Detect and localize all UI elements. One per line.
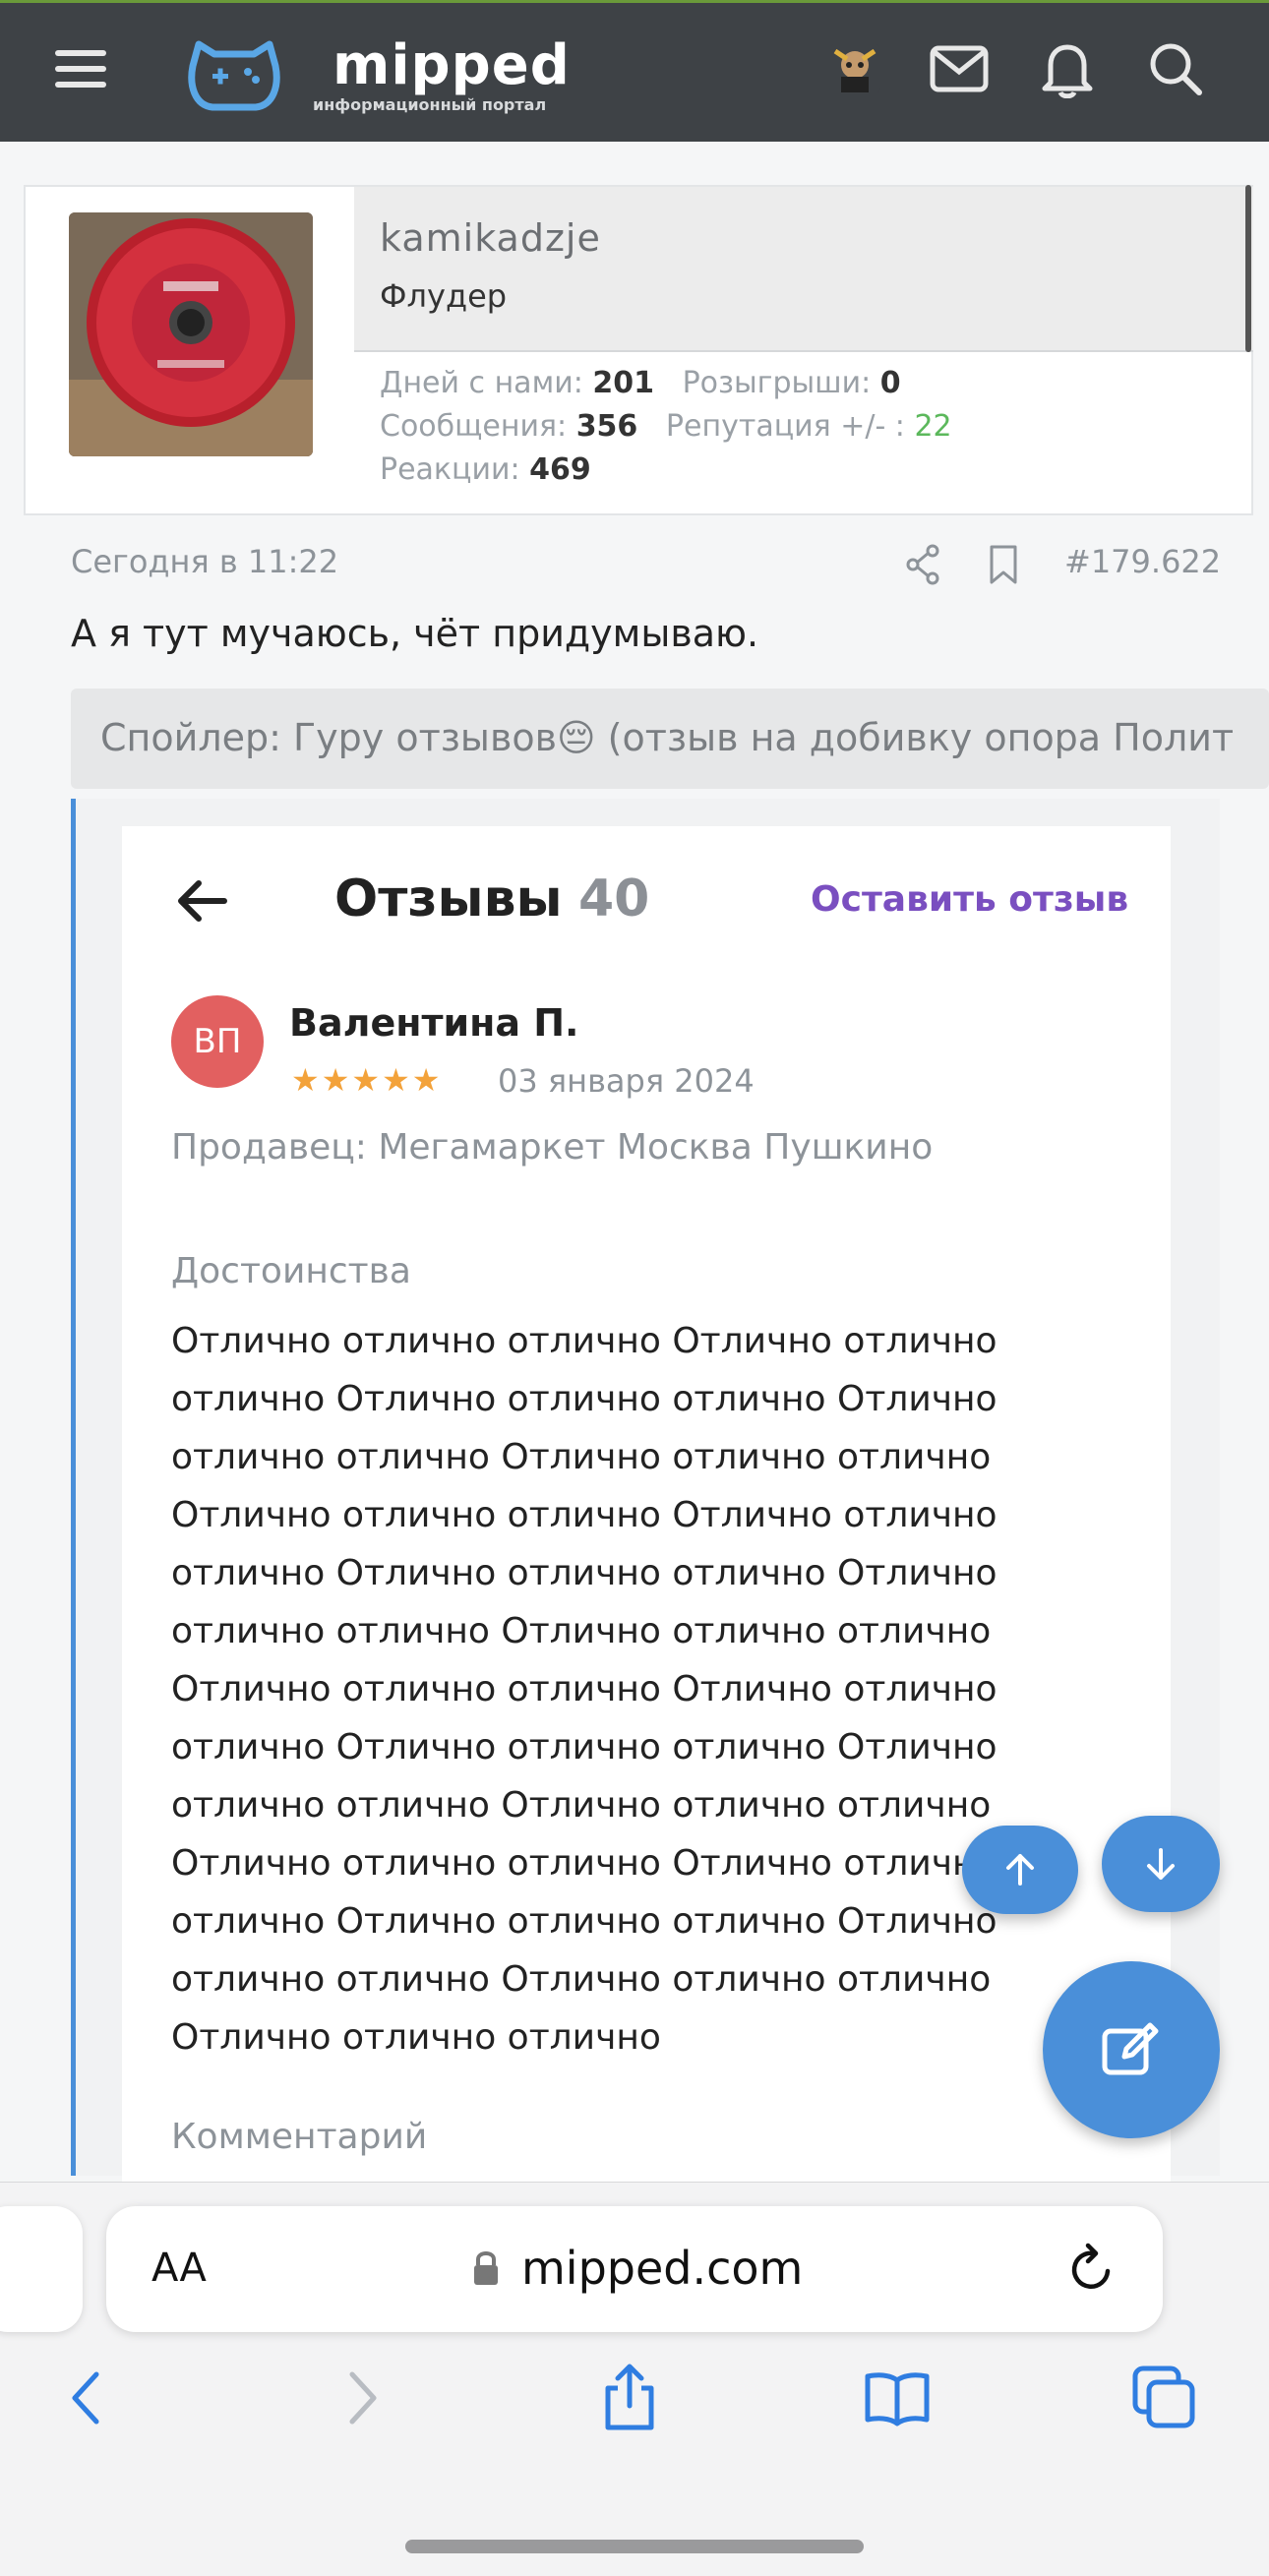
stat-reactions-value: 469 <box>529 452 591 487</box>
arrow-left-icon <box>175 873 230 929</box>
arrow-up-icon <box>1006 1854 1034 1886</box>
reviewer-name: Валентина П. <box>289 1001 579 1045</box>
user-title: Флудер <box>380 277 508 315</box>
stat-days-value: 201 <box>592 366 654 400</box>
back-icon[interactable] <box>51 2363 122 2433</box>
user-stats: Дней с нами: 201 Розыгрыши: 0 Сообщения:… <box>380 362 952 492</box>
scroll-down-button[interactable] <box>1102 1816 1220 1912</box>
leave-review-link: Оставить отзыв <box>811 879 1129 920</box>
bookmark-icon[interactable] <box>984 543 1023 586</box>
compose-button[interactable] <box>1043 1961 1220 2138</box>
pros-label: Достоинства <box>171 1251 411 1291</box>
post-message: А я тут мучаюсь, чёт придумываю. <box>71 612 759 655</box>
address-bar[interactable]: AA mipped.com <box>106 2206 1163 2332</box>
post-number[interactable]: #179.622 <box>1064 543 1221 580</box>
stat-messages-value: 356 <box>575 409 638 444</box>
user-header <box>354 187 1253 352</box>
text-size-button[interactable]: AA <box>151 2246 207 2291</box>
username[interactable]: kamikadzje <box>380 216 601 260</box>
user-avatar[interactable] <box>69 212 313 456</box>
pros-text: Отлично отлично отлично Отлично отлично … <box>171 1321 997 2058</box>
site-logo[interactable]: mipped информационный портал <box>185 32 598 121</box>
bell-icon[interactable] <box>1037 38 1098 99</box>
user-avatar-icon[interactable] <box>824 38 885 99</box>
post-timestamp[interactable]: Сегодня в 11:22 <box>71 543 338 580</box>
stat-giveaways-label: Розыгрыши: <box>682 366 872 400</box>
post-user-card: kamikadzje Флудер Дней с нами: 201 Розыг… <box>24 185 1253 515</box>
scroll-up-button[interactable] <box>962 1826 1078 1914</box>
review-seller: Продавец: Мегамаркет Москва Пушкино <box>171 1127 934 1168</box>
forward-icon[interactable] <box>327 2363 397 2433</box>
reload-icon[interactable] <box>1064 2242 1119 2297</box>
url-text[interactable]: mipped.com <box>521 2242 803 2295</box>
scrollbar[interactable] <box>1245 185 1251 352</box>
search-icon[interactable] <box>1145 38 1206 99</box>
mail-icon[interactable] <box>929 38 990 99</box>
home-indicator[interactable] <box>405 2540 864 2553</box>
bookmarks-icon[interactable] <box>862 2363 933 2433</box>
stat-reactions-label: Реакции: <box>380 452 520 487</box>
reviews-title: Отзывы <box>334 869 563 929</box>
reviewer-avatar: ВП <box>171 995 264 1088</box>
stat-reputation-label: Репутация +/- : <box>665 409 905 444</box>
previous-tab[interactable] <box>0 2206 83 2332</box>
stat-days-label: Дней с нами: <box>380 366 583 400</box>
arrow-down-icon <box>1147 1848 1175 1880</box>
rating-stars: ★★★★★ <box>291 1061 443 1099</box>
share-icon[interactable] <box>903 543 942 586</box>
edit-icon <box>1102 2022 1159 2075</box>
share-sheet-icon[interactable] <box>594 2363 665 2433</box>
lock-icon <box>472 2249 500 2287</box>
logo-text: mipped <box>332 33 571 97</box>
comment-label: Комментарий <box>171 2117 428 2157</box>
gamepad-logo-icon <box>188 40 280 111</box>
review-date: 03 января 2024 <box>498 1062 755 1100</box>
tabs-icon[interactable] <box>1129 2363 1200 2433</box>
site-header: mipped информационный портал <box>0 0 1269 142</box>
reviews-count: 40 <box>578 869 650 929</box>
stat-messages-label: Сообщения: <box>380 409 568 444</box>
menu-icon[interactable] <box>55 46 106 91</box>
spoiler-label: Спойлер: Гуру отзывов😔 (отзыв на добивку… <box>100 716 1235 759</box>
logo-subtitle: информационный портал <box>313 95 547 114</box>
stat-giveaways-value: 0 <box>879 366 901 400</box>
stat-reputation-value: 22 <box>914 409 952 444</box>
spoiler-toggle[interactable]: Спойлер: Гуру отзывов😔 (отзыв на добивку… <box>71 689 1269 789</box>
